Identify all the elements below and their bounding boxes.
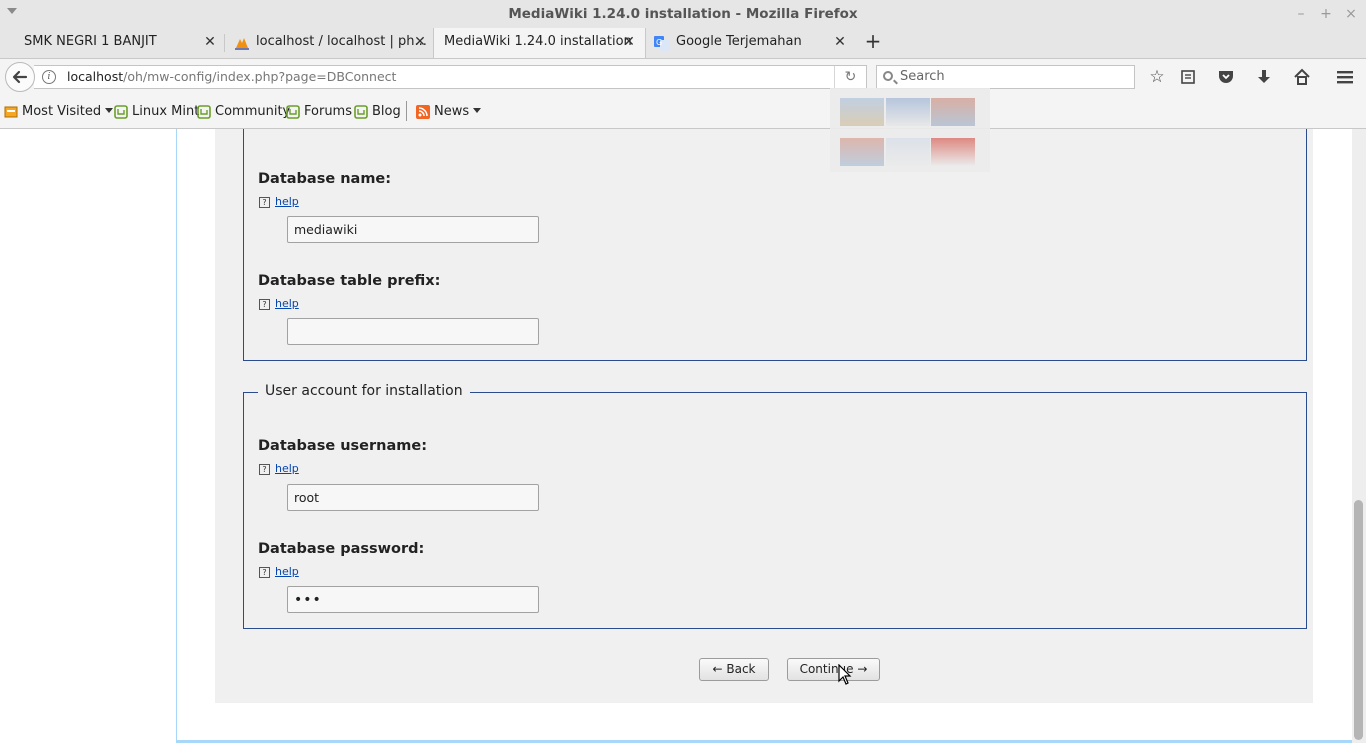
db-username-input[interactable] <box>287 484 539 511</box>
hamburger-menu-icon[interactable] <box>1334 66 1356 88</box>
search-placeholder: Search <box>900 69 945 84</box>
scrollbar-thumb[interactable] <box>1354 500 1363 740</box>
google-translate-icon: G <box>654 36 670 51</box>
db-username-label: Database username: <box>258 438 428 454</box>
bookmark-most-visited[interactable]: Most Visited <box>4 104 114 119</box>
tab-close-icon[interactable]: ✕ <box>833 28 847 56</box>
back-button[interactable] <box>5 62 35 92</box>
left-border <box>176 129 177 743</box>
rss-icon <box>416 105 430 119</box>
db-prefix-help[interactable]: ? help <box>259 297 299 310</box>
tab-close-icon[interactable]: ✕ <box>413 28 427 56</box>
bookmarks-toolbar: Most Visited Linux Mint Community Forums… <box>0 94 1366 129</box>
continue-button[interactable]: Continue → <box>787 658 880 681</box>
tab-thumbnails-preview <box>830 88 990 172</box>
window-title: MediaWiki 1.24.0 installation - Mozilla … <box>508 6 858 22</box>
tab-phpmyadmin[interactable]: localhost / localhost | ph... ✕ <box>226 28 432 58</box>
help-icon: ? <box>259 299 270 310</box>
user-account-legend: User account for installation <box>258 383 470 399</box>
svg-text:G: G <box>656 38 662 47</box>
bookmark-blog[interactable]: Blog <box>354 104 401 119</box>
tab-close-icon[interactable]: ✕ <box>203 28 217 56</box>
mint-icon <box>354 105 368 119</box>
db-username-help[interactable]: ? help <box>259 462 299 475</box>
mouse-cursor-icon <box>838 664 852 685</box>
page-content: Database name: ? help Database table pref… <box>0 129 1352 743</box>
tab-label: localhost / localhost | ph... <box>256 34 427 49</box>
help-link[interactable]: help <box>275 195 299 208</box>
url-bar[interactable]: i localhost/oh/mw-config/index.php?page=… <box>34 65 867 89</box>
close-window-button[interactable]: × <box>1342 5 1360 23</box>
chevron-down-icon <box>105 108 114 113</box>
mint-icon <box>197 105 211 119</box>
db-password-label: Database password: <box>258 541 425 557</box>
tab-label: Google Terjemahan <box>676 34 802 49</box>
help-link[interactable]: help <box>275 462 299 475</box>
bookmark-linux-mint[interactable]: Linux Mint <box>114 104 199 119</box>
window-titlebar: MediaWiki 1.24.0 installation - Mozilla … <box>0 0 1366 29</box>
site-info-icon[interactable]: i <box>42 70 56 84</box>
mint-icon <box>114 105 128 119</box>
bookmark-community[interactable]: Community <box>197 104 290 119</box>
tab-mediawiki[interactable]: MediaWiki 1.24.0 installation ✕ <box>433 28 646 58</box>
thumbnail <box>931 98 975 126</box>
pocket-icon[interactable] <box>1215 66 1237 88</box>
help-link[interactable]: help <box>275 297 299 310</box>
tab-label: SMK NEGRI 1 BANJIT <box>24 34 157 49</box>
tab-google-translate[interactable]: G Google Terjemahan ✕ <box>648 28 855 58</box>
thumbnail <box>931 138 975 166</box>
help-link[interactable]: help <box>275 565 299 578</box>
new-tab-button[interactable]: + <box>863 31 883 53</box>
db-name-help[interactable]: ? help <box>259 195 299 208</box>
minimize-button[interactable]: – <box>1292 5 1310 23</box>
most-visited-icon <box>4 106 18 118</box>
db-name-input[interactable] <box>287 216 539 243</box>
thumbnail <box>886 138 930 166</box>
search-icon <box>883 71 893 81</box>
thumbnail <box>886 98 930 126</box>
thumbnail <box>840 98 884 126</box>
tab-close-icon[interactable]: ✕ <box>622 28 636 56</box>
tab-divider <box>224 34 225 52</box>
bookmarks-menu-icon[interactable] <box>1177 66 1199 88</box>
back-nav-button[interactable]: ← Back <box>699 658 769 681</box>
db-prefix-label: Database table prefix: <box>258 273 441 289</box>
tab-smk-negri[interactable]: SMK NEGRI 1 BANJIT ✕ <box>0 28 224 58</box>
db-name-label: Database name: <box>258 171 392 187</box>
bookmark-star-icon[interactable]: ☆ <box>1146 66 1168 88</box>
tab-strip: SMK NEGRI 1 BANJIT ✕ localhost / localho… <box>0 28 1366 58</box>
search-box[interactable]: Search <box>876 65 1135 89</box>
db-prefix-input[interactable] <box>287 318 539 345</box>
navigation-toolbar: i localhost/oh/mw-config/index.php?page=… <box>0 58 1366 94</box>
maximize-button[interactable]: + <box>1317 5 1335 23</box>
tab-label: MediaWiki 1.24.0 installation <box>444 34 632 49</box>
db-password-help[interactable]: ? help <box>259 565 299 578</box>
help-icon: ? <box>259 197 270 208</box>
db-password-input[interactable] <box>287 586 539 613</box>
bookmarks-separator <box>406 101 407 121</box>
downloads-icon[interactable] <box>1253 66 1275 88</box>
bookmark-forums[interactable]: Forums <box>286 104 352 119</box>
home-icon[interactable] <box>1291 66 1313 88</box>
reload-icon[interactable]: ↻ <box>834 66 866 88</box>
phpmyadmin-icon <box>235 38 249 50</box>
mint-icon <box>286 105 300 119</box>
help-icon: ? <box>259 567 270 578</box>
help-icon: ? <box>259 464 270 475</box>
thumbnail <box>840 138 884 166</box>
url-text[interactable]: localhost/oh/mw-config/index.php?page=DB… <box>67 69 396 84</box>
chevron-down-icon <box>473 108 482 113</box>
bookmark-news[interactable]: News <box>416 104 482 119</box>
back-arrow-icon <box>12 70 28 84</box>
